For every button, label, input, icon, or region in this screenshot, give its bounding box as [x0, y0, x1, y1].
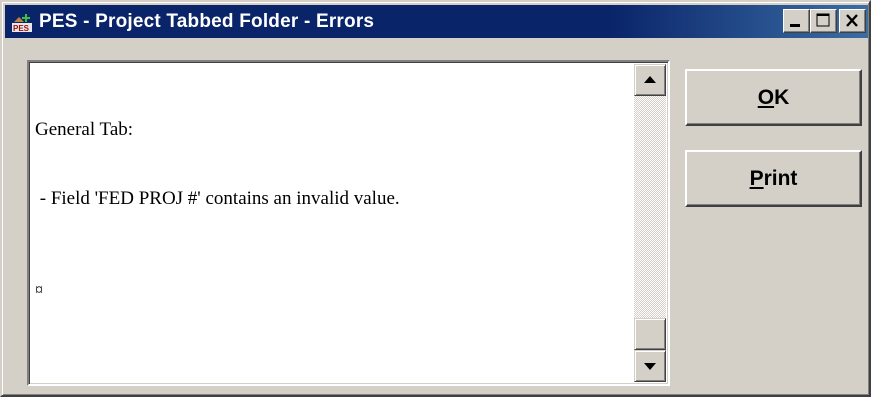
print-label-rest: rint [763, 166, 798, 190]
ok-button[interactable]: OK [685, 69, 862, 126]
scroll-down-button[interactable] [634, 350, 666, 382]
close-icon [846, 14, 858, 27]
trailing-marker: ¤ [35, 282, 43, 299]
error-dialog-window: PES PES - Project Tabbed Folder - Errors [0, 0, 871, 397]
print-button[interactable]: Print [685, 150, 862, 207]
ok-label-rest: K [774, 85, 790, 109]
minimize-icon [790, 24, 800, 27]
minimize-button[interactable] [783, 9, 810, 33]
errors-text-content: General Tab: - Field 'FED PROJ #' contai… [35, 72, 635, 348]
title-bar[interactable]: PES PES - Project Tabbed Folder - Errors [5, 5, 868, 38]
close-button[interactable] [839, 9, 866, 33]
vertical-scrollbar[interactable] [634, 64, 666, 382]
arrow-down-icon [644, 363, 656, 370]
title-bar-controls [783, 9, 866, 33]
arrow-up-icon [644, 76, 656, 83]
ok-mnemonic: O [757, 85, 775, 109]
maximize-button[interactable] [810, 9, 837, 33]
print-mnemonic: P [749, 166, 764, 190]
maximize-icon [816, 13, 830, 27]
errors-text-area[interactable]: General Tab: - Field 'FED PROJ #' contai… [27, 60, 670, 386]
error-section-heading: General Tab: [35, 119, 134, 140]
window-title: PES - Project Tabbed Folder - Errors [39, 10, 375, 32]
error-message-line: - Field 'FED PROJ #' contains an invalid… [35, 188, 400, 209]
scroll-thumb[interactable] [634, 318, 666, 350]
scroll-up-button[interactable] [634, 64, 666, 96]
pes-app-icon[interactable]: PES [11, 10, 33, 33]
pes-icon-text: PES [13, 24, 30, 33]
